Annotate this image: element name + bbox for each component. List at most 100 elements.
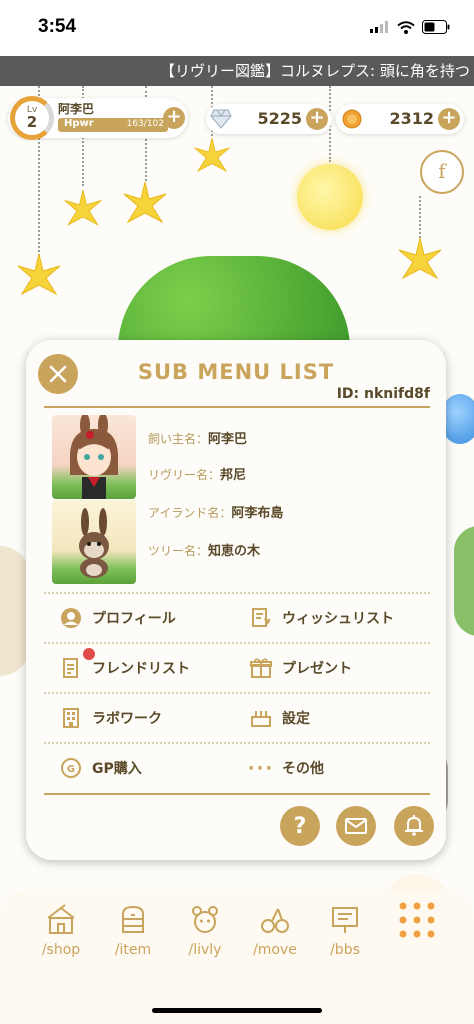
nav-move[interactable]: /move	[240, 904, 310, 958]
profile-icon	[60, 607, 82, 629]
livly-avatar[interactable]	[52, 500, 136, 584]
menu-divider	[44, 742, 430, 744]
bbs-icon	[332, 907, 358, 933]
news-ticker[interactable]: 【リヴリー図鑑】コルヌレプス: 頭に角を持つ	[0, 56, 474, 86]
mail-icon	[345, 818, 367, 834]
add-hpwr-button[interactable]: +	[163, 107, 185, 129]
bell-icon	[405, 815, 423, 836]
sub-menu-modal: SUB MENU LIST ID: nknifd8f 飼い主名：阿李巴 リヴリー…	[26, 340, 446, 860]
present-icon	[250, 657, 272, 679]
nav-item[interactable]: /item	[98, 904, 168, 958]
island-name-row: アイランド名：阿李布島	[148, 502, 283, 521]
menu-gp-purchase-label: GP購入	[92, 761, 142, 777]
title-divider	[44, 406, 430, 408]
menu-divider	[44, 692, 430, 694]
menu-divider	[44, 642, 430, 644]
social-button[interactable]: f	[420, 150, 464, 194]
labwork-icon	[60, 707, 82, 729]
settings-icon	[250, 707, 272, 729]
menu-profile-label: プロフィール	[92, 611, 176, 627]
hpwr-label: Hpwr	[64, 118, 94, 129]
owner-name-row: 飼い主名：阿李巴	[148, 428, 247, 447]
nav-shop-label: /shop	[41, 942, 81, 958]
svg-text:G: G	[67, 764, 75, 775]
wifi-icon	[397, 20, 415, 34]
owner-avatar-image	[70, 415, 118, 499]
coin-icon	[342, 109, 362, 129]
bottom-divider	[44, 793, 430, 795]
signal-icon	[370, 21, 388, 33]
menu-profile[interactable]: プロフィール	[60, 602, 176, 634]
nav-shop[interactable]: /shop	[26, 904, 96, 958]
owner-name-value: 阿李巴	[208, 432, 248, 447]
star-icon	[123, 182, 167, 224]
island-name-value: 阿李布島	[231, 506, 284, 521]
menu-friendlist[interactable]: フレンドリスト	[60, 652, 190, 684]
livly-name-row: リヴリー名：邦尼	[148, 464, 246, 483]
menu-present[interactable]: プレゼント	[250, 652, 352, 684]
star-icon	[17, 254, 61, 296]
tree-name-value: 知恵の木	[208, 544, 261, 559]
menu-divider	[44, 592, 430, 594]
menu-settings-label: 設定	[282, 711, 310, 727]
ticker-text: 【リヴリー図鑑】コルヌレプス: 頭に角を持つ	[160, 62, 470, 80]
add-coins-button[interactable]: +	[438, 108, 460, 130]
player-name: 阿李巴	[58, 102, 95, 116]
item-icon	[122, 905, 144, 933]
hpwr-value: 163/102	[126, 119, 164, 129]
menu-other[interactable]: ··· その他	[247, 752, 324, 784]
livly-name-label: リヴリー名：	[148, 468, 221, 482]
status-time: 3:54	[38, 16, 77, 37]
menu-present-label: プレゼント	[282, 661, 352, 677]
livly-icon	[192, 906, 218, 933]
home-indicator[interactable]	[152, 1008, 322, 1013]
owner-name-label: 飼い主名：	[148, 432, 209, 446]
help-icon: ?	[293, 813, 307, 839]
player-status[interactable]: Lv 2 阿李巴 Hpwr 163/102 +	[8, 96, 188, 140]
menu-labwork[interactable]: ラボワーク	[60, 702, 162, 734]
main-menu-icon[interactable]	[397, 900, 437, 940]
menu-wishlist[interactable]: ウィッシュリスト	[250, 602, 394, 634]
diamond-balance: 5225 +	[206, 104, 332, 134]
nav-livly[interactable]: /livly	[170, 904, 240, 958]
nav-livly-label: /livly	[188, 942, 222, 958]
livly-name-value: 邦尼	[220, 468, 247, 483]
notification-badge	[83, 648, 95, 660]
diamond-count: 5225	[257, 109, 302, 128]
island-edge	[454, 526, 474, 636]
shop-icon	[47, 904, 75, 934]
livly-avatar-image	[79, 508, 109, 578]
friendlist-icon	[60, 657, 82, 679]
status-bar: 3:54	[0, 0, 474, 56]
tree-name-row: ツリー名：知恵の木	[148, 540, 260, 559]
social-button-label: f	[438, 159, 446, 183]
menu-other-label: その他	[282, 761, 324, 777]
diamond-icon	[210, 109, 232, 129]
modal-title: SUB MENU LIST	[137, 360, 335, 384]
island-name-label: アイランド名：	[148, 506, 232, 520]
nav-move-label: /move	[253, 942, 297, 958]
nav-item-label: /item	[114, 942, 152, 958]
moon-icon	[297, 164, 363, 230]
nav-bbs[interactable]: /bbs	[310, 904, 380, 958]
gp-coin-icon: G	[60, 757, 82, 779]
add-diamonds-button[interactable]: +	[306, 108, 328, 130]
more-dots-icon: ···	[247, 757, 275, 779]
menu-gp-purchase[interactable]: G GP購入	[60, 752, 142, 784]
mail-button[interactable]	[336, 806, 376, 846]
menu-labwork-label: ラボワーク	[92, 711, 162, 727]
move-icon	[261, 908, 289, 933]
star-icon	[64, 190, 102, 226]
coin-balance: 2312 +	[336, 104, 464, 134]
notice-button[interactable]	[394, 806, 434, 846]
owner-avatar[interactable]	[52, 415, 136, 499]
coin-count: 2312	[389, 109, 434, 128]
level-value: 2	[26, 113, 38, 131]
star-icon	[194, 138, 230, 173]
battery-icon	[422, 20, 450, 34]
user-id: ID: nknifd8f	[336, 386, 430, 402]
nav-bbs-label: /bbs	[330, 942, 360, 958]
menu-friendlist-label: フレンドリスト	[92, 661, 190, 677]
menu-settings[interactable]: 設定	[250, 702, 310, 734]
help-button[interactable]: ?	[280, 806, 320, 846]
